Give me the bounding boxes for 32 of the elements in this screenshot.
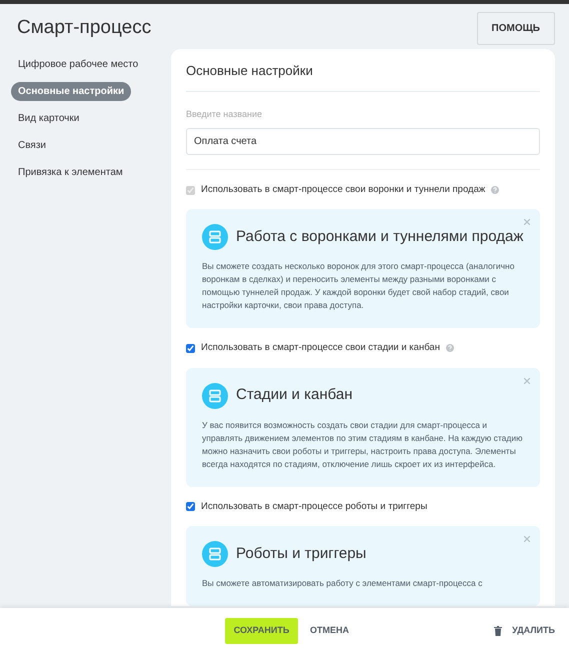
help-icon[interactable] — [446, 344, 454, 352]
info-title: Роботы и триггеры — [236, 544, 366, 564]
checkbox[interactable] — [186, 344, 195, 353]
name-input-field[interactable]: Оплата счета — [186, 128, 540, 155]
sidebar-item[interactable]: Связи — [11, 136, 54, 155]
info-text: Вы сможете создать несколько воронок для этого смарт-процесса (аналогично воронкам в сделках) и переносить элементы между разными воронками с помощью туннелей продаж. У каждой воронки будет свой набор стадий, свои настройки карточки, свои права доступа. — [202, 260, 516, 312]
checkbox-label: Использовать в смарт-процессе роботы и триггеры — [201, 500, 428, 514]
layout-icon — [202, 540, 228, 567]
help-button[interactable]: ПОМОЩЬ — [476, 12, 555, 45]
sidebar-item[interactable]: Основные настройки — [11, 82, 132, 101]
layout-icon — [202, 382, 228, 408]
save-button[interactable]: СОХРАНИТЬ — [225, 618, 298, 644]
page-title: Смарт-процесс — [17, 16, 152, 40]
sidebar-item[interactable]: Привязка к элементам — [11, 163, 130, 182]
info-title: Работа с воронками и туннелями продаж — [236, 227, 524, 247]
cancel-button[interactable]: ОТМЕНА — [310, 624, 349, 638]
info-text: У вас появится возможность создать свои стадии для смарт-процесса и управлять движением элементов по этим стадиям в канбане. На каждую стадию можно назначить свои роботы и триггеры, настроить права доступа. Элементы всегда находятся по стадиям, отключение лишь скроет их из интерфейса. — [202, 418, 524, 470]
delete-button[interactable]: УДАЛИТЬ — [494, 624, 555, 638]
info-text: Вы сможете автоматизировать работу с элементами смарт-процесса с — [202, 576, 484, 590]
close-icon[interactable] — [524, 219, 530, 226]
card-title: Основные настройки — [186, 61, 540, 92]
checkbox-label: Использовать в смарт-процессе свои стадии и канбан — [201, 341, 440, 356]
trash-icon — [494, 626, 502, 636]
close-icon[interactable] — [524, 536, 530, 542]
sidebar-item[interactable]: Вид карточки — [11, 109, 86, 128]
field-label: Введите название — [186, 108, 263, 121]
checkbox-label: Использовать в смарт-процессе свои воронки и туннели продаж — [201, 183, 486, 197]
sidebar-item[interactable]: Цифровое рабочее место — [11, 55, 146, 74]
layout-icon — [202, 224, 228, 250]
info-title: Стадии и канбан — [236, 385, 352, 406]
close-icon[interactable] — [524, 378, 530, 384]
checkbox[interactable] — [186, 502, 195, 512]
